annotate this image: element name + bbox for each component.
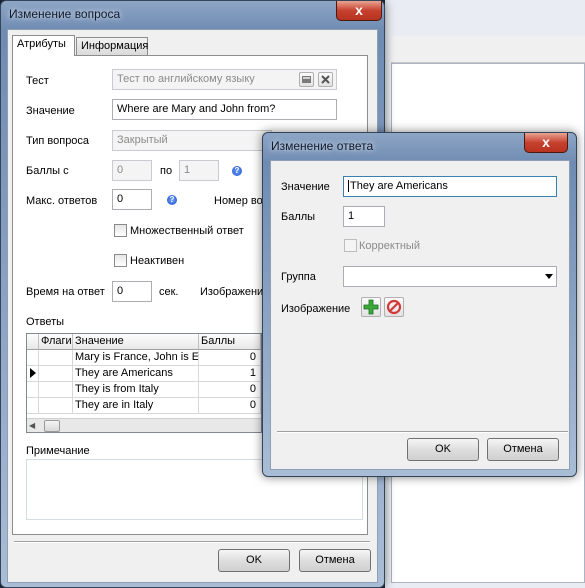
flags-cell — [39, 366, 73, 382]
scroll-thumb[interactable] — [44, 420, 60, 432]
answer-score-cell: 0 — [199, 398, 261, 414]
value-label: Значение — [26, 105, 75, 117]
row-pointer-icon — [27, 366, 39, 382]
answer-value-cell: They is from Italy — [73, 382, 199, 398]
number-label: Номер воп — [214, 195, 269, 207]
row-header — [27, 382, 39, 398]
clear-icon[interactable] — [318, 72, 333, 87]
background-toolbar — [391, 36, 585, 63]
answers-grid[interactable]: Флаги Значение Баллы Mary is France, Joh… — [26, 333, 262, 433]
column-header-flags[interactable]: Флаги — [39, 334, 73, 350]
group-select[interactable] — [343, 266, 557, 287]
max-answers-field[interactable]: 0 — [112, 189, 152, 210]
correct-label: Корректный — [359, 240, 420, 252]
score-from-field[interactable]: 0 — [112, 160, 152, 181]
remove-icon[interactable] — [384, 297, 404, 317]
dialog-title: Изменение ответа — [271, 139, 374, 153]
dialog-ok-button[interactable]: OK — [407, 438, 479, 461]
tab-attributes[interactable]: Атрибуты — [12, 35, 75, 56]
value-field[interactable]: Where are Mary and John from? — [112, 99, 337, 120]
button-separator — [14, 541, 370, 543]
add-icon[interactable] — [361, 297, 381, 317]
ok-button[interactable]: OK — [218, 549, 290, 572]
dialog-image-label: Изображение — [281, 303, 351, 315]
group-value — [344, 264, 352, 282]
row-header — [27, 350, 39, 366]
score-to-label: по — [160, 165, 173, 177]
dialog-client — [270, 160, 570, 470]
question-type-select[interactable]: Закрытый — [112, 130, 272, 151]
time-label: Время на ответ — [26, 286, 105, 298]
answer-score-field[interactable]: 1 — [343, 206, 385, 227]
answer-score-cell: 0 — [199, 350, 261, 366]
answer-score-label: Баллы — [281, 211, 316, 223]
group-label: Группа — [281, 271, 316, 283]
help-icon[interactable]: ? — [232, 166, 242, 176]
help-icon[interactable]: ? — [167, 195, 177, 205]
flags-cell — [39, 398, 73, 414]
question-type-label: Тип вопроса — [26, 135, 90, 147]
window-title: Изменение вопроса — [9, 7, 121, 21]
cancel-button[interactable]: Отмена — [299, 549, 371, 572]
multiple-answer-label: Множественный ответ — [130, 225, 244, 237]
answer-value-text: They are Americans — [348, 180, 448, 192]
scroll-left-icon[interactable]: ◀ — [29, 421, 35, 430]
inactive-label: Неактивен — [130, 255, 185, 267]
answers-label: Ответы — [26, 316, 65, 328]
answer-value-field[interactable]: They are Americans — [343, 176, 557, 197]
tab-information[interactable]: Информация — [76, 37, 148, 55]
dialog-close-button[interactable]: x — [524, 133, 568, 153]
score-from-label: Баллы с — [26, 165, 69, 177]
answer-score-cell: 0 — [199, 382, 261, 398]
flags-cell — [39, 382, 73, 398]
open-icon[interactable] — [299, 72, 314, 87]
column-header-value[interactable]: Значение — [73, 334, 199, 350]
grid-corner — [27, 334, 39, 350]
time-field[interactable]: 0 — [112, 281, 152, 302]
dialog-separator — [277, 431, 568, 433]
horizontal-scrollbar[interactable]: ◀ — [27, 418, 261, 432]
max-answers-label: Макс. ответов — [26, 195, 98, 207]
dialog-cancel-button[interactable]: Отмена — [487, 438, 559, 461]
image-label: Изображени — [200, 286, 264, 298]
multiple-answer-checkbox[interactable] — [114, 224, 127, 237]
answer-value-cell: They are Americans — [73, 366, 199, 382]
inactive-checkbox[interactable] — [114, 254, 127, 267]
row-header — [27, 398, 39, 414]
correct-checkbox[interactable] — [344, 239, 357, 252]
answer-value-label: Значение — [281, 181, 330, 193]
chevron-down-icon — [545, 274, 553, 279]
flags-cell — [39, 350, 73, 366]
score-to-field[interactable]: 1 — [179, 160, 219, 181]
column-header-score[interactable]: Баллы — [199, 334, 261, 350]
time-unit: сек. — [159, 286, 179, 298]
test-label: Тест — [26, 75, 49, 87]
answer-score-cell: 1 — [199, 366, 261, 382]
test-value: Тест по английскому языку — [117, 73, 255, 85]
answer-value-cell: Mary is France, John is England — [73, 350, 199, 366]
note-label: Примечание — [26, 445, 90, 457]
answer-value-cell: They are in Italy — [73, 398, 199, 414]
close-button[interactable]: x — [336, 1, 382, 21]
